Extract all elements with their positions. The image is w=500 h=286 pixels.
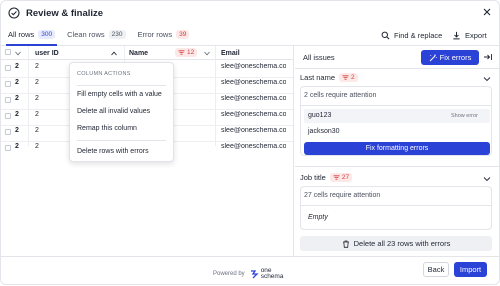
- issues-panel-title: All issues: [303, 53, 335, 62]
- issue-count: 27: [341, 174, 350, 181]
- menu-item-fill-empty[interactable]: Fill empty cells with a value: [77, 91, 162, 98]
- delete-all-error-rows-button[interactable]: Delete all 23 rows with errors: [300, 236, 492, 251]
- cell-user-id[interactable]: 2: [35, 95, 39, 102]
- row-number: 2: [15, 79, 19, 86]
- tab-label: Clean rows: [67, 30, 105, 39]
- chevron-down-icon[interactable]: [204, 51, 210, 56]
- count-badge: 39: [176, 30, 190, 39]
- tab-label: All rows: [8, 30, 35, 39]
- issue-card: 2 cells require attention guo123 Show er…: [300, 86, 492, 156]
- row-number: 2: [15, 95, 19, 102]
- show-error-link[interactable]: Show error: [451, 113, 478, 119]
- row-checkbox[interactable]: [5, 81, 11, 87]
- trash-icon: [342, 240, 349, 248]
- chevron-down-icon[interactable]: [15, 51, 21, 56]
- issue-count-badge: 27: [329, 173, 353, 182]
- count-badge: 300: [38, 30, 56, 39]
- menu-item-delete-invalid[interactable]: Delete all invalid values: [77, 108, 150, 115]
- error-value: guo123: [308, 112, 332, 119]
- row-number: 2: [15, 127, 19, 134]
- menu-item-delete-rows-errors[interactable]: Delete rows with errors: [77, 148, 149, 155]
- review-dialog: Review & finalize All rows 300 Clean row…: [0, 0, 500, 285]
- row-number: 2: [15, 111, 19, 118]
- issues-panel: All issues Fix errors Last name 2 2 cell…: [295, 46, 500, 256]
- row-checkbox[interactable]: [5, 113, 11, 119]
- row-checkbox[interactable]: [5, 145, 11, 151]
- cell-user-id[interactable]: 2: [35, 63, 39, 70]
- name-error-badge: 12: [175, 48, 198, 57]
- cell-email[interactable]: slee@oneschema.co: [221, 95, 286, 102]
- cell-email[interactable]: slee@oneschema.co: [221, 63, 286, 70]
- error-value[interactable]: Empty: [308, 214, 328, 221]
- error-value-row[interactable]: guo123 Show error: [304, 109, 490, 123]
- chevron-down-icon[interactable]: [483, 175, 491, 183]
- error-filter-icon: [342, 75, 349, 80]
- tab-all-rows[interactable]: All rows 300: [5, 24, 58, 46]
- find-replace-label: Find & replace: [394, 31, 443, 40]
- menu-item-remap-column[interactable]: Remap this column: [77, 125, 137, 132]
- dialog-header: Review & finalize: [1, 1, 500, 25]
- cell-email[interactable]: slee@oneschema.co: [221, 111, 286, 118]
- cell-email[interactable]: slee@oneschema.co: [221, 143, 286, 150]
- menu-heading: COLUMN ACTIONS: [77, 71, 131, 77]
- issue-group-title[interactable]: Job title 27: [300, 173, 353, 182]
- back-button[interactable]: Back: [423, 262, 449, 277]
- export-button[interactable]: Export: [452, 27, 487, 44]
- count-badge: 230: [108, 30, 126, 39]
- cell-user-id[interactable]: 2: [35, 127, 39, 134]
- row-number: 2: [15, 143, 19, 150]
- dialog-title: Review & finalize: [26, 7, 104, 19]
- download-icon: [453, 31, 460, 40]
- brand-line-2: schema: [260, 273, 284, 280]
- issue-column-name: Last name: [300, 73, 336, 82]
- tab-clean-rows[interactable]: Clean rows 230: [67, 24, 126, 45]
- delete-all-label: Delete all 23 rows with errors: [353, 239, 451, 248]
- brand-wordmark: one schema: [260, 267, 284, 280]
- row-checkbox[interactable]: [5, 97, 11, 103]
- issue-summary: 27 cells require attention: [304, 192, 381, 199]
- row-checkbox[interactable]: [5, 129, 11, 135]
- cell-email[interactable]: slee@oneschema.co: [221, 79, 286, 86]
- row-number: 2: [15, 63, 19, 70]
- search-icon: [381, 31, 390, 40]
- error-value[interactable]: jackson30: [308, 128, 340, 135]
- fix-errors-label: Fix errors: [439, 53, 472, 62]
- issue-count: 2: [351, 74, 355, 81]
- check-circle-icon: [8, 7, 20, 19]
- select-all-checkbox[interactable]: [5, 49, 11, 55]
- name-error-count: 12: [187, 49, 195, 56]
- issue-count-badge: 2: [339, 73, 358, 82]
- column-header-name[interactable]: Name: [129, 48, 148, 58]
- column-actions-menu: COLUMN ACTIONS Fill empty cells with a v…: [69, 62, 174, 162]
- issue-summary: 2 cells require attention: [304, 92, 377, 99]
- fix-formatting-button[interactable]: Fix formatting errors: [304, 142, 490, 155]
- cell-user-id[interactable]: 2: [35, 143, 39, 150]
- issue-column-name: Job title: [300, 173, 326, 182]
- chevron-down-icon[interactable]: [483, 75, 491, 83]
- find-replace-button[interactable]: Find & replace: [381, 27, 442, 44]
- magic-wand-icon: [429, 54, 437, 61]
- import-button[interactable]: Import: [454, 262, 487, 277]
- issue-card: 27 cells require attention Empty: [300, 186, 492, 230]
- column-header-user-id[interactable]: user ID: [35, 48, 59, 58]
- error-filter-icon: [178, 50, 185, 55]
- collapse-panel-icon[interactable]: [483, 52, 493, 62]
- oneschema-logo-icon: [250, 270, 259, 279]
- error-filter-icon: [333, 175, 340, 180]
- powered-by: Powered by one schema: [213, 267, 284, 280]
- chevron-up-icon[interactable]: [111, 51, 117, 56]
- cell-email[interactable]: slee@oneschema.co: [221, 127, 286, 134]
- powered-by-label: Powered by: [213, 271, 245, 277]
- issue-group-title[interactable]: Last name 2: [300, 73, 358, 82]
- row-checkbox[interactable]: [5, 65, 11, 71]
- close-icon[interactable]: [481, 6, 493, 18]
- cell-user-id[interactable]: 2: [35, 111, 39, 118]
- tab-error-rows[interactable]: Error rows 39: [138, 24, 190, 45]
- cell-user-id[interactable]: 2: [35, 79, 39, 86]
- tab-label: Error rows: [137, 30, 173, 39]
- fix-errors-button[interactable]: Fix errors: [421, 50, 479, 65]
- column-header-email[interactable]: Email: [221, 48, 240, 58]
- export-label: Export: [465, 31, 487, 40]
- dialog-footer: Powered by one schema Back Import: [1, 256, 500, 286]
